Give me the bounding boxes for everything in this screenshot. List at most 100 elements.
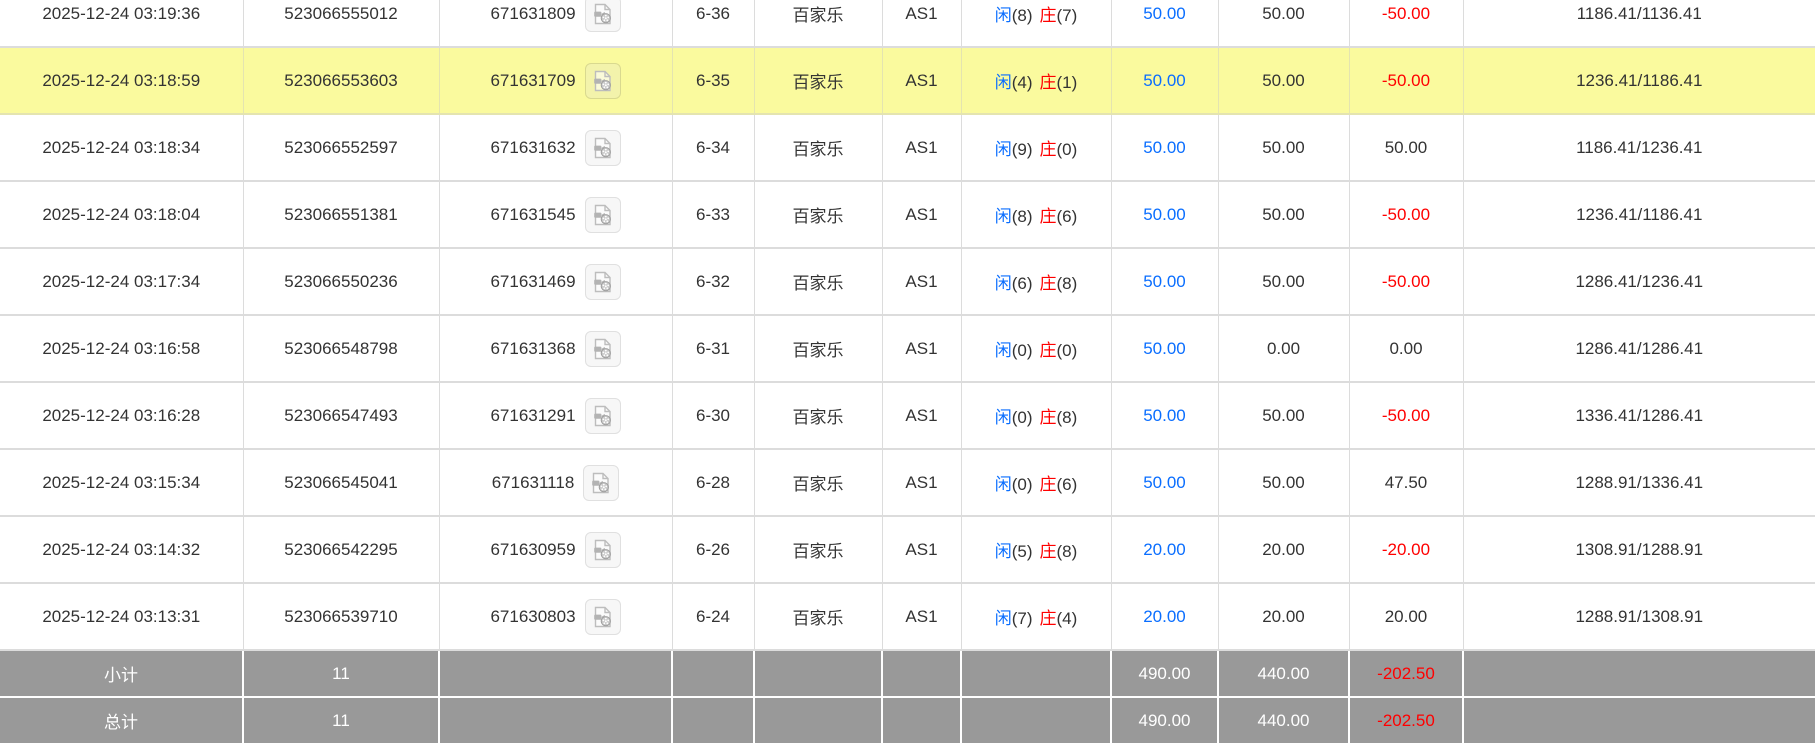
player-xian-label: 闲 (995, 140, 1012, 159)
round-number-cell: 6-36 (672, 0, 754, 47)
round-id-text: 671631545 (490, 205, 575, 225)
balance-cell: 1236.41/1186.41 (1463, 47, 1815, 114)
video-replay-button[interactable] (585, 130, 621, 166)
valid-amount-cell: 50.00 (1218, 248, 1349, 315)
game-result-cell: 闲(4)庄(1) (961, 47, 1111, 114)
player-xian-score: (8) (1012, 6, 1033, 25)
player-xian-label: 闲 (995, 207, 1012, 226)
banker-zhuang-label: 庄 (1040, 6, 1057, 25)
summary-empty-cell (672, 650, 754, 697)
video-file-icon (591, 270, 615, 294)
summary-bet-cell: 490.00 (1111, 697, 1218, 744)
valid-amount-cell: 50.00 (1218, 47, 1349, 114)
bet-record-row[interactable]: 2025-12-24 03:18:04 523066551381 6716315… (0, 181, 1815, 248)
round-id-text: 671630959 (490, 540, 575, 560)
game-type-cell: 百家乐 (754, 382, 882, 449)
summary-valid-cell: 440.00 (1218, 697, 1349, 744)
win-loss-cell: -50.00 (1349, 47, 1463, 114)
game-result-cell: 闲(8)庄(7) (961, 0, 1111, 47)
bet-amount-cell: 50.00 (1111, 382, 1218, 449)
summary-bet-cell: 490.00 (1111, 650, 1218, 697)
table-name-cell: AS1 (882, 248, 961, 315)
table-name-cell: AS1 (882, 181, 961, 248)
summary-label-cell: 总计 (0, 697, 243, 744)
game-result-cell: 闲(9)庄(0) (961, 114, 1111, 181)
bet-record-row[interactable]: 2025-12-24 03:16:28 523066547493 6716312… (0, 382, 1815, 449)
video-replay-button[interactable] (585, 398, 621, 434)
win-loss-cell: -50.00 (1349, 382, 1463, 449)
banker-zhuang-score: (0) (1057, 140, 1078, 159)
game-result-cell: 闲(0)庄(8) (961, 382, 1111, 449)
table-name-cell: AS1 (882, 382, 961, 449)
game-result-cell: 闲(5)庄(8) (961, 516, 1111, 583)
round-number-cell: 6-30 (672, 382, 754, 449)
video-replay-button[interactable] (585, 532, 621, 568)
bet-record-row[interactable]: 2025-12-24 03:18:59 523066553603 6716317… (0, 47, 1815, 114)
banker-zhuang-score: (6) (1057, 475, 1078, 494)
summary-empty-cell (882, 650, 961, 697)
video-replay-button[interactable] (585, 331, 621, 367)
round-id-text: 671631118 (492, 473, 575, 493)
bet-record-row[interactable]: 2025-12-24 03:14:32 523066542295 6716309… (0, 516, 1815, 583)
game-type-cell: 百家乐 (754, 248, 882, 315)
win-loss-cell: -50.00 (1349, 0, 1463, 47)
table-name-cell: AS1 (882, 516, 961, 583)
summary-empty-cell (961, 697, 1111, 744)
valid-amount-cell: 0.00 (1218, 315, 1349, 382)
balance-cell: 1186.41/1236.41 (1463, 114, 1815, 181)
game-type-cell: 百家乐 (754, 181, 882, 248)
bet-record-row[interactable]: 2025-12-24 03:16:58 523066548798 6716313… (0, 315, 1815, 382)
summary-empty-cell (439, 697, 672, 744)
win-loss-cell: -50.00 (1349, 181, 1463, 248)
banker-zhuang-label: 庄 (1040, 274, 1057, 293)
round-number-cell: 6-26 (672, 516, 754, 583)
round-id-cell: 671631118 (439, 449, 672, 516)
bet-amount-cell: 50.00 (1111, 114, 1218, 181)
player-xian-label: 闲 (995, 6, 1012, 25)
player-xian-score: (6) (1012, 274, 1033, 293)
player-xian-label: 闲 (995, 73, 1012, 92)
video-replay-button[interactable] (583, 465, 619, 501)
round-id-text: 671630803 (490, 607, 575, 627)
player-xian-score: (0) (1012, 341, 1033, 360)
player-xian-score: (8) (1012, 207, 1033, 226)
banker-zhuang-score: (8) (1057, 542, 1078, 561)
bet-records-table: 2025-12-24 03:19:36 523066555012 6716318… (0, 0, 1815, 745)
video-replay-button[interactable] (585, 0, 621, 32)
video-replay-button[interactable] (585, 197, 621, 233)
valid-amount-cell: 50.00 (1218, 114, 1349, 181)
banker-zhuang-score: (0) (1057, 341, 1078, 360)
bet-amount-cell: 20.00 (1111, 583, 1218, 650)
bet-id-cell: 523066545041 (243, 449, 439, 516)
bet-record-row[interactable]: 2025-12-24 03:18:34 523066552597 6716316… (0, 114, 1815, 181)
player-xian-label: 闲 (995, 542, 1012, 561)
banker-zhuang-score: (6) (1057, 207, 1078, 226)
bet-amount-cell: 50.00 (1111, 181, 1218, 248)
bet-id-cell: 523066547493 (243, 382, 439, 449)
win-loss-cell: 50.00 (1349, 114, 1463, 181)
video-replay-button[interactable] (585, 63, 621, 99)
bet-record-row[interactable]: 2025-12-24 03:17:34 523066550236 6716314… (0, 248, 1815, 315)
records-table-body: 2025-12-24 03:19:36 523066555012 6716318… (0, 0, 1815, 744)
video-replay-button[interactable] (585, 599, 621, 635)
bet-id-cell: 523066548798 (243, 315, 439, 382)
table-name-cell: AS1 (882, 449, 961, 516)
bet-record-row[interactable]: 2025-12-24 03:13:31 523066539710 6716308… (0, 583, 1815, 650)
win-loss-cell: 47.50 (1349, 449, 1463, 516)
win-loss-cell: -50.00 (1349, 248, 1463, 315)
bet-record-row[interactable]: 2025-12-24 03:15:34 523066545041 6716311… (0, 449, 1815, 516)
bet-record-row[interactable]: 2025-12-24 03:19:36 523066555012 6716318… (0, 0, 1815, 47)
round-id-cell: 671631469 (439, 248, 672, 315)
round-number-cell: 6-35 (672, 47, 754, 114)
summary-label-cell: 小计 (0, 650, 243, 697)
banker-zhuang-label: 庄 (1040, 408, 1057, 427)
round-id-text: 671631809 (490, 4, 575, 24)
bet-time-cell: 2025-12-24 03:19:36 (0, 0, 243, 47)
bet-amount-cell: 50.00 (1111, 0, 1218, 47)
table-name-cell: AS1 (882, 47, 961, 114)
bet-id-cell: 523066551381 (243, 181, 439, 248)
round-id-cell: 671631809 (439, 0, 672, 47)
video-replay-button[interactable] (585, 264, 621, 300)
table-name-cell: AS1 (882, 583, 961, 650)
banker-zhuang-label: 庄 (1040, 207, 1057, 226)
